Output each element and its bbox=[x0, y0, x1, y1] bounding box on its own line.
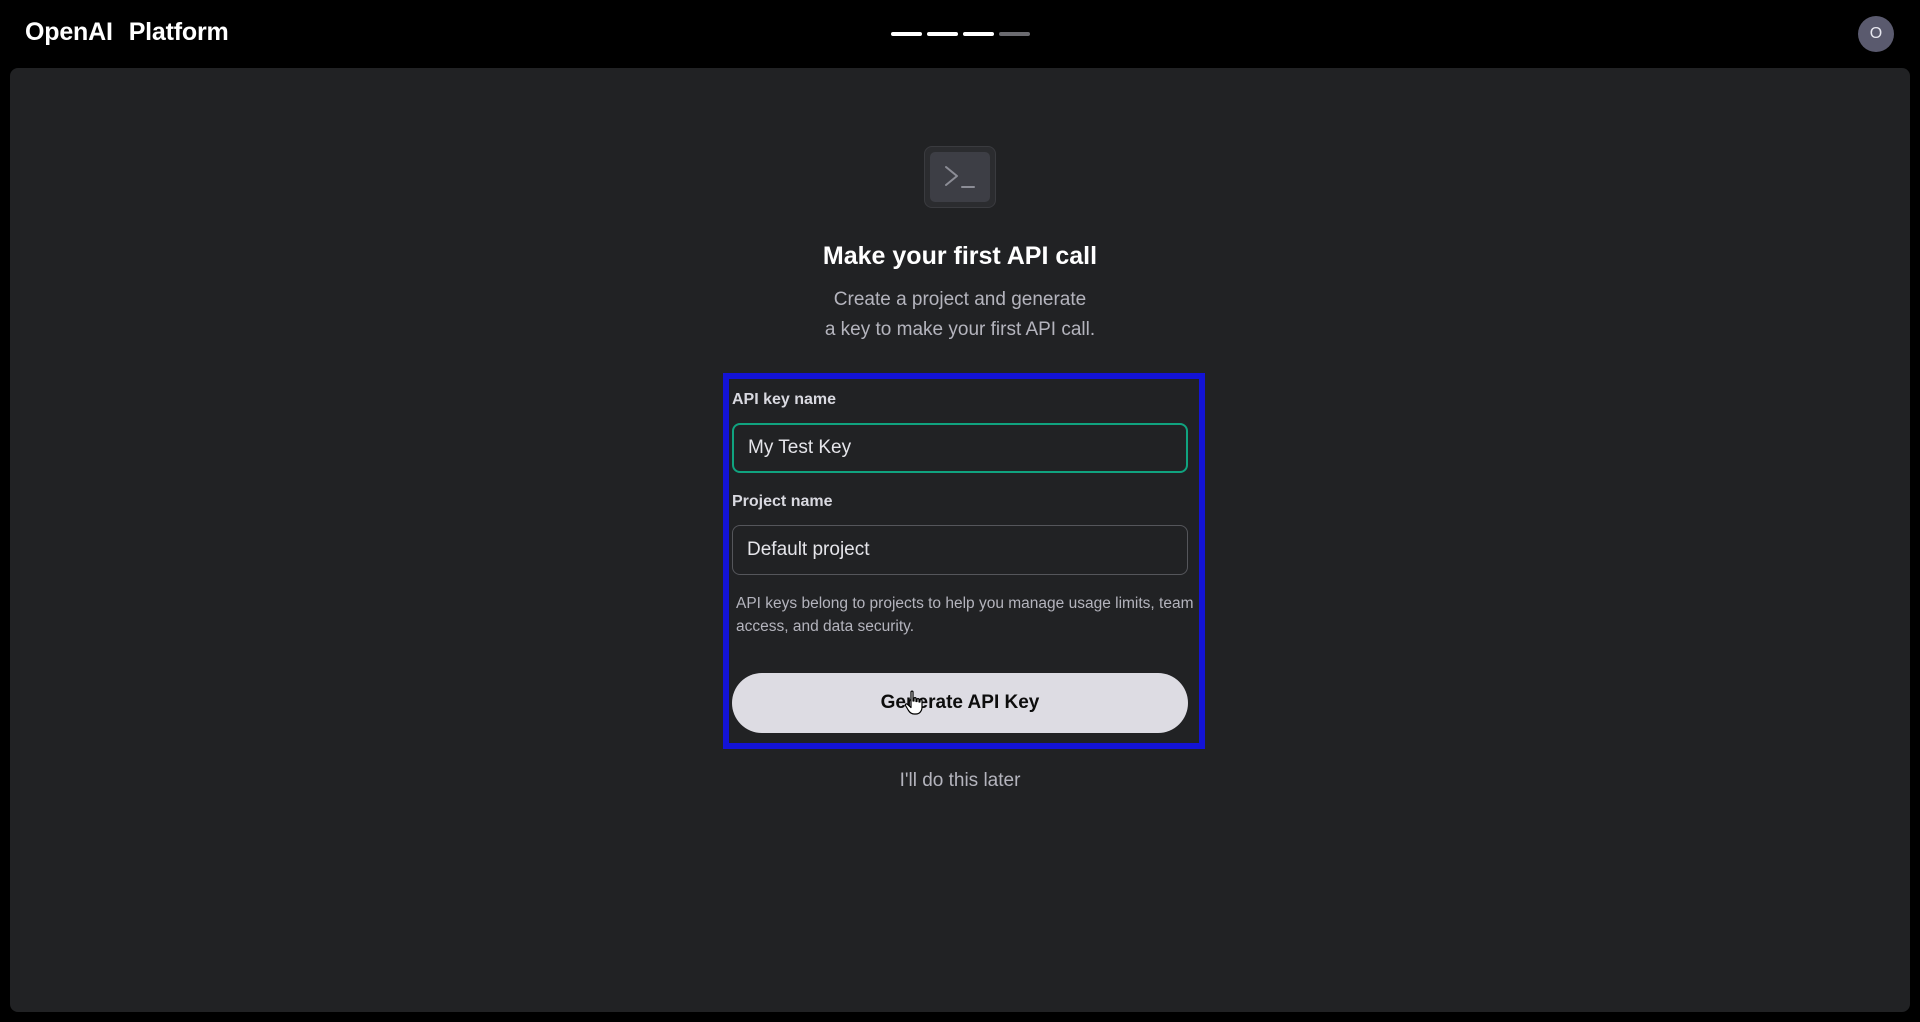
brand-platform: Platform bbox=[128, 18, 229, 46]
progress-step-3 bbox=[963, 32, 994, 36]
progress-stepper bbox=[891, 32, 1030, 36]
terminal-icon bbox=[924, 146, 996, 208]
progress-step-4 bbox=[999, 32, 1030, 36]
brand-openai: OpenAI bbox=[25, 18, 113, 46]
api-key-help-text: API keys belong to projects to help you … bbox=[736, 595, 1194, 635]
subtitle-line-1: Create a project and generate bbox=[833, 289, 1087, 310]
api-key-name-input[interactable] bbox=[732, 423, 1188, 473]
avatar[interactable]: O bbox=[1858, 16, 1894, 52]
subtitle-line-2: a key to make your first API call. bbox=[824, 319, 1096, 340]
progress-step-2 bbox=[927, 32, 958, 36]
page-title: Make your first API call bbox=[822, 242, 1098, 270]
generate-api-key-button[interactable]: Generate API Key bbox=[732, 673, 1188, 733]
avatar-initial: O bbox=[1869, 25, 1883, 42]
progress-step-1 bbox=[891, 32, 922, 36]
brand-logo[interactable]: OpenAI Platform bbox=[25, 18, 229, 47]
project-name-label: Project name bbox=[732, 493, 833, 510]
api-key-name-label: API key name bbox=[732, 391, 837, 408]
project-name-input[interactable] bbox=[732, 525, 1188, 575]
top-bar: OpenAI Platform O bbox=[0, 0, 1920, 68]
skip-link[interactable]: I'll do this later bbox=[0, 770, 1920, 792]
